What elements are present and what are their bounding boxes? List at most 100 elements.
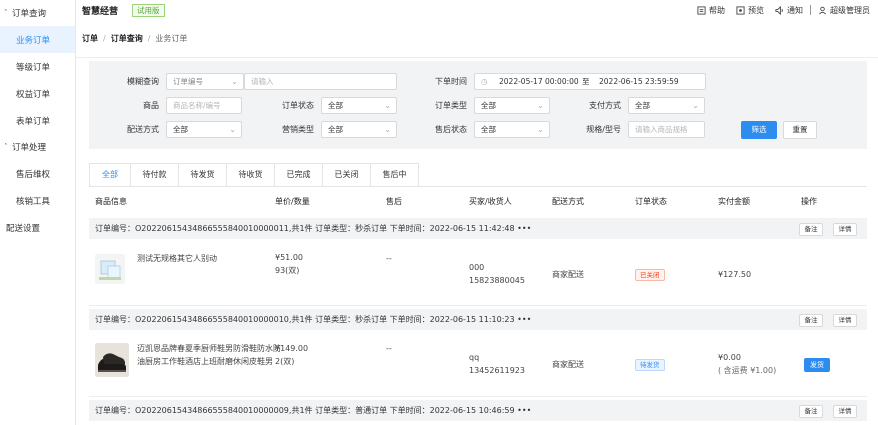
product-name[interactable]: 测试无规格其它人别动 (137, 253, 217, 265)
order-time-label: 下单时间 (435, 77, 467, 86)
trial-badge: 试用版 (132, 3, 165, 17)
preview-label: 预览 (748, 5, 764, 15)
chevron-down-icon: ⌄ (384, 125, 391, 134)
note-button[interactable]: 备注 (799, 405, 823, 418)
help-label: 帮助 (709, 5, 725, 15)
tab-pending-shipment[interactable]: 待发货 (178, 163, 227, 187)
order-time-range[interactable]: ◷ 2022-05-17 00:00:00 至 2022-06-15 23:59… (474, 73, 706, 90)
sidebar-item-label: 权益订单 (16, 89, 51, 100)
tab-aftersale[interactable]: 售后中 (370, 163, 419, 187)
buyer-name: qq (469, 353, 480, 362)
product-thumbnail[interactable] (95, 343, 129, 377)
sidebar-item-aftersale[interactable]: 售后维权 (0, 160, 75, 187)
product-name-line-1[interactable]: 迈凯恩品牌春夏季厨师鞋男防滑鞋防水防 (137, 343, 281, 355)
unit-price: ¥149.00 (275, 344, 309, 353)
tab-closed[interactable]: 已关闭 (322, 163, 371, 187)
buyer-phone: 13452611923 (469, 366, 525, 375)
sidebar-item-rights-orders[interactable]: 权益订单 (0, 80, 75, 107)
detail-button[interactable]: 详情 (833, 223, 857, 236)
goods-input[interactable]: 商品名称/编号 (166, 97, 242, 114)
tab-pending-payment[interactable]: 待付款 (130, 163, 179, 187)
aftersale-status-value: 全部 (481, 125, 496, 134)
order-status-select[interactable]: 全部 ⌄ (321, 97, 397, 114)
order-status-label: 订单状态 (282, 101, 314, 110)
pay-method-select[interactable]: 全部 ⌄ (628, 97, 705, 114)
time-start: 2022-05-17 00:00:00 (499, 77, 579, 86)
order-type-value: 全部 (481, 101, 496, 110)
order-header: 订单编号：O20220615434866555840010000010,共1件 … (89, 309, 867, 330)
sidebar-item-business-orders[interactable]: 业务订单 (0, 26, 75, 53)
chevron-down-icon: ⌄ (537, 101, 544, 110)
product-image (95, 343, 129, 377)
product-name-line-2[interactable]: 油厨房工作鞋酒店上班耐磨休闲皮鞋男 (137, 356, 273, 368)
spec-input[interactable]: 请输入商品规格 (628, 121, 705, 138)
clock-icon: ◷ (481, 77, 488, 86)
col-status: 订单状态 (635, 197, 667, 206)
fuzzy-field-select[interactable]: 订单编号 ⌄ (166, 73, 244, 90)
help-link[interactable]: 帮助 (697, 5, 725, 16)
notify-label: 通知 (787, 5, 803, 15)
sidebar-item-label: 售后维权 (16, 169, 51, 180)
tab-pending-receipt[interactable]: 待收货 (226, 163, 275, 187)
sidebar-group-order-processing[interactable]: ˆ 订单处理 (0, 134, 75, 160)
speaker-icon (775, 5, 783, 15)
user-name: 超级管理员 (830, 5, 870, 15)
col-price-qty: 单价/数量 (275, 197, 310, 206)
app-title: 智慧经营 (82, 6, 119, 17)
sidebar-item-form-orders[interactable]: 表单订单 (0, 107, 75, 134)
breadcrumb-separator: / (147, 34, 151, 43)
sidebar-item-label: 等级订单 (16, 62, 51, 73)
breadcrumb-item-orders[interactable]: 订单 (82, 33, 98, 44)
chevron-down-icon: ⌄ (692, 101, 699, 110)
delivery-value: 全部 (173, 125, 188, 134)
order-header: 订单编号：O20220615434866555840010000011,共1件 … (89, 218, 867, 239)
note-button[interactable]: 备注 (799, 223, 823, 236)
chevron-down-icon: ⌄ (231, 77, 238, 86)
fuzzy-field-value: 订单编号 (173, 77, 203, 86)
delivery-label: 配送方式 (127, 125, 159, 134)
filter-panel: 模糊查询 订单编号 ⌄ 请输入 下单时间 ◷ 2022-05-17 00:00:… (89, 61, 867, 149)
table-header: 商品信息 单价/数量 售后 买家/收货人 配送方式 订单状态 实付金额 操作 (89, 193, 867, 211)
tabs-underline (89, 186, 867, 187)
status-badge: 待发货 (635, 359, 665, 371)
fuzzy-query-input[interactable]: 请输入 (244, 73, 397, 90)
sidebar-item-delivery-settings[interactable]: 配送设置 (0, 214, 75, 242)
sidebar-group-order-query[interactable]: ˆ 订单查询 (0, 0, 75, 26)
user-menu[interactable]: 超级管理员 (818, 5, 870, 16)
pay-method-label: 支付方式 (589, 101, 621, 110)
breadcrumb: 订单 / 订单查询 / 业务订单 (76, 20, 878, 58)
tab-completed[interactable]: 已完成 (274, 163, 323, 187)
marketing-type-select[interactable]: 全部 ⌄ (321, 121, 397, 138)
aftersale-value: -- (386, 254, 392, 263)
tab-all[interactable]: 全部 (89, 163, 131, 187)
buyer-phone: 15823880045 (469, 276, 525, 285)
aftersale-status-select[interactable]: 全部 ⌄ (474, 121, 550, 138)
delivery-select[interactable]: 全部 ⌄ (166, 121, 242, 138)
note-button[interactable]: 备注 (799, 314, 823, 327)
product-thumbnail[interactable] (95, 254, 125, 284)
help-icon (697, 5, 706, 15)
status-tabs: 全部 待付款 待发货 待收货 已完成 已关闭 售后中 (89, 163, 419, 187)
chevron-down-icon: ⌄ (384, 101, 391, 110)
order-type-select[interactable]: 全部 ⌄ (474, 97, 550, 114)
spec-label: 规格/型号 (586, 125, 621, 134)
breadcrumb-separator: / (103, 34, 106, 43)
detail-button[interactable]: 详情 (833, 405, 857, 418)
sidebar-item-label: 核销工具 (16, 196, 51, 207)
breadcrumb-item-current: 业务订单 (155, 34, 188, 43)
breadcrumb-item-order-query[interactable]: 订单查询 (111, 33, 143, 44)
topbar: 智慧经营 试用版 帮助 预览 通知 超级管理员 (76, 0, 878, 20)
reset-button[interactable]: 重置 (783, 121, 817, 139)
preview-link[interactable]: 预览 (736, 5, 764, 16)
detail-button[interactable]: 详情 (833, 314, 857, 327)
order-type-label: 订单类型 (435, 101, 467, 110)
delivery-method: 商家配送 (552, 360, 584, 369)
sidebar-item-verify-tool[interactable]: 核销工具 (0, 187, 75, 214)
table-row: 测试无规格其它人别动 ¥51.00 93(双) -- 000 158238800… (89, 242, 867, 302)
notify-link[interactable]: 通知 (775, 5, 803, 16)
sidebar-item-label: 表单订单 (16, 116, 51, 127)
ship-button[interactable]: 发货 (804, 358, 830, 372)
sidebar-item-level-orders[interactable]: 等级订单 (0, 53, 75, 80)
filter-button[interactable]: 筛选 (741, 121, 777, 139)
user-icon (819, 6, 826, 14)
